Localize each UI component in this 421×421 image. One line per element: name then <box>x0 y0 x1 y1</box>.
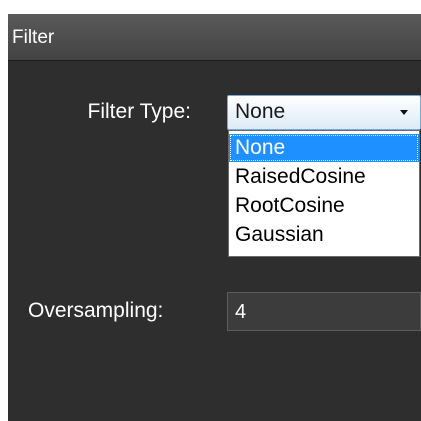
filter-panel: Filter Filter Type: None None RaisedCosi… <box>8 14 421 421</box>
panel-header: Filter <box>8 14 421 61</box>
dropdown-option-raisedcosine[interactable]: RaisedCosine <box>229 163 419 191</box>
oversampling-label: Oversampling: <box>28 299 164 322</box>
filter-type-selected-value: None <box>235 100 286 123</box>
panel-title: Filter <box>12 27 55 48</box>
filter-type-select[interactable]: None <box>227 95 421 130</box>
dropdown-option-none[interactable]: None <box>229 134 419 162</box>
filter-type-label: Filter Type: <box>87 100 191 123</box>
filter-type-dropdown-list: None RaisedCosine RootCosine Gaussian <box>228 130 420 257</box>
oversampling-input[interactable]: 4 <box>227 292 421 331</box>
oversampling-value: 4 <box>235 301 247 323</box>
dropdown-option-gaussian[interactable]: Gaussian <box>229 221 419 249</box>
dropdown-option-rootcosine[interactable]: RootCosine <box>229 192 419 220</box>
chevron-down-icon[interactable] <box>400 110 408 115</box>
